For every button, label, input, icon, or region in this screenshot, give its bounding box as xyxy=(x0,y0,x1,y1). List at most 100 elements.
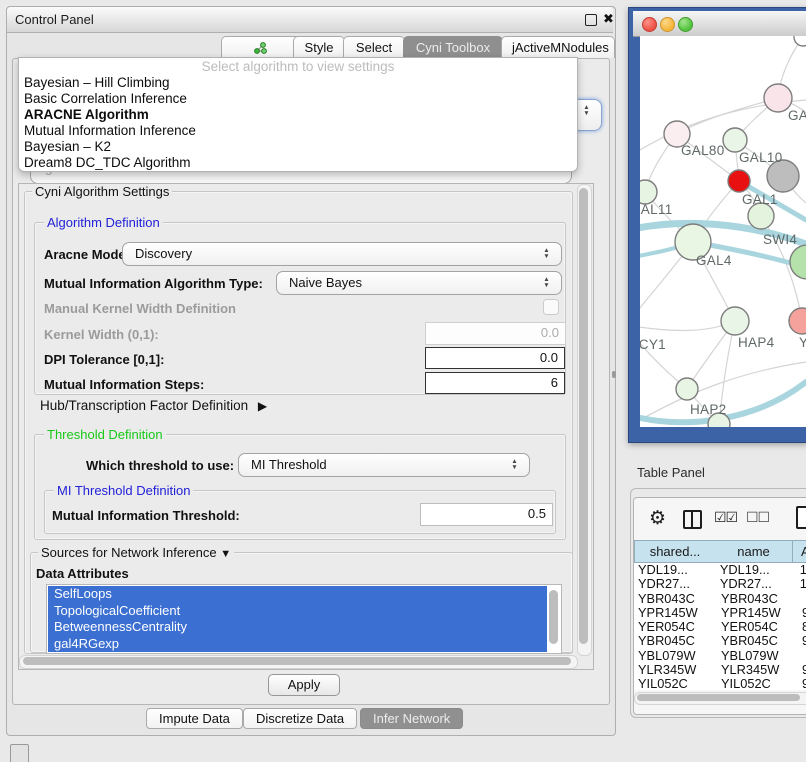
table-cell[interactable]: YDR27... xyxy=(634,577,718,591)
which-threshold-combo[interactable]: MI Threshold ▲▼ xyxy=(238,453,530,477)
panel-splitter-handle[interactable] xyxy=(612,371,616,378)
hub-definition-toggle[interactable]: Hub/Transcription Factor Definition ▶ xyxy=(40,398,267,413)
edge[interactable] xyxy=(640,325,687,389)
tab-style[interactable]: Style xyxy=(293,36,345,58)
minimize-traffic-light[interactable] xyxy=(660,17,675,32)
table-cell[interactable]: YLR345W xyxy=(719,663,799,677)
gear-icon[interactable]: ⚙ xyxy=(649,507,666,530)
table-cell[interactable]: 9. xyxy=(799,634,806,648)
sources-group-title[interactable]: Sources for Network Inference ▼ xyxy=(38,546,234,561)
table-cell[interactable]: YIL052C xyxy=(719,677,799,690)
table-row[interactable]: YER054CYER054C8. xyxy=(634,620,806,634)
select-all-columns-icon[interactable]: ☑☑ xyxy=(714,509,737,526)
expand-right-icon[interactable]: ▶ xyxy=(258,399,267,413)
table-cell[interactable]: 9. xyxy=(799,663,806,677)
network-node[interactable] xyxy=(794,36,806,46)
table-row[interactable]: YDR27...YDR27...12 xyxy=(634,577,806,591)
attribute-list-item[interactable]: TopologicalCoefficient xyxy=(48,603,547,620)
table-cell[interactable]: YPR145W xyxy=(719,606,799,620)
close-traffic-light[interactable] xyxy=(642,17,657,32)
dropdown-item[interactable]: ARACNE Algorithm xyxy=(19,107,577,123)
network-node[interactable] xyxy=(640,180,657,204)
table-cell[interactable]: YBL079W xyxy=(719,649,799,663)
table-row[interactable]: YDL19...YDL19...13 xyxy=(634,563,806,577)
dropdown-item[interactable]: Mutual Information Inference xyxy=(19,123,577,139)
network-node[interactable] xyxy=(790,245,806,279)
dropdown-item[interactable]: Bayesian – K2 xyxy=(19,139,577,155)
network-node[interactable] xyxy=(789,308,806,334)
tab-cyni-toolbox[interactable]: Cyni Toolbox xyxy=(403,36,503,58)
dpi-tolerance-field[interactable]: 0.0 xyxy=(425,347,565,369)
close-window-icon[interactable]: ✖ xyxy=(603,11,614,27)
table-cell[interactable] xyxy=(799,649,806,663)
dropdown-item[interactable]: Dream8 DC_TDC Algorithm xyxy=(19,155,577,171)
table-cell[interactable]: 13 xyxy=(797,563,806,577)
mi-threshold-group-title: MI Threshold Definition xyxy=(54,484,193,497)
attribute-list-item[interactable]: BetweennessCentrality xyxy=(48,619,547,636)
float-window-icon[interactable] xyxy=(585,14,597,26)
network-node[interactable] xyxy=(723,128,747,152)
table-cell[interactable]: YPR145W xyxy=(634,606,719,620)
table-cell[interactable]: YDL19... xyxy=(634,563,718,577)
mi-type-combo[interactable]: Naive Bayes ▲▼ xyxy=(276,271,562,295)
table-row[interactable]: YLR345WYLR345W9. xyxy=(634,663,806,677)
table-cell[interactable]: YER054C xyxy=(634,620,719,634)
tab-network[interactable]: Network xyxy=(221,36,303,58)
zoom-traffic-light[interactable] xyxy=(678,17,693,32)
collapse-down-icon[interactable]: ▼ xyxy=(220,548,231,560)
table-cell[interactable]: YIL052C xyxy=(634,677,719,690)
table-row[interactable]: YBR045CYBR045C9. xyxy=(634,634,806,648)
table-row[interactable]: YBL079WYBL079W xyxy=(634,649,806,663)
mi-steps-field[interactable]: 6 xyxy=(425,372,565,394)
tab-jactivemnodules[interactable]: jActiveMNodules xyxy=(501,36,615,58)
settings-hscrollbar-thumb[interactable] xyxy=(23,657,571,665)
columns-icon[interactable] xyxy=(683,510,702,529)
table-cell[interactable]: YBR043C xyxy=(719,592,799,606)
tab-select[interactable]: Select xyxy=(343,36,405,58)
table-cell[interactable]: YBR043C xyxy=(634,592,719,606)
network-node[interactable] xyxy=(728,170,750,192)
table-cell[interactable]: 12 xyxy=(797,577,806,591)
table-row[interactable]: YPR145WYPR145W9. xyxy=(634,606,806,620)
table-row[interactable]: YBR043CYBR043C xyxy=(634,592,806,606)
table-cell[interactable]: 8. xyxy=(799,620,806,634)
table-cell[interactable]: YLR345W xyxy=(634,663,719,677)
new-column-icon[interactable] xyxy=(796,506,806,529)
bottom-tab-discretize-data[interactable]: Discretize Data xyxy=(243,708,357,729)
edge[interactable] xyxy=(677,98,778,134)
table-cell[interactable]: YBL079W xyxy=(634,649,719,663)
aracne-mode-combo[interactable]: Discovery ▲▼ xyxy=(122,242,562,266)
dropdown-item[interactable]: Bayesian – Hill Climbing xyxy=(19,75,577,91)
network-node[interactable] xyxy=(676,378,698,400)
table-row[interactable]: YIL052CYIL052C9. xyxy=(634,677,806,690)
mi-threshold-field[interactable]: 0.5 xyxy=(420,503,553,526)
unselect-all-columns-icon[interactable]: ☐☐ xyxy=(746,509,769,526)
table-cell[interactable]: 9. xyxy=(799,677,806,690)
table-cell[interactable]: 9. xyxy=(799,606,806,620)
apply-button[interactable]: Apply xyxy=(268,674,340,696)
list-vertical-scrollbar[interactable] xyxy=(549,590,558,644)
table-cell[interactable]: YBR045C xyxy=(634,634,719,648)
algorithm-dropdown-list: Bayesian – Hill ClimbingBasic Correlatio… xyxy=(19,75,577,171)
column-header-name[interactable]: name xyxy=(715,540,793,563)
table-cell[interactable] xyxy=(799,592,806,606)
bottom-tab-infer-network[interactable]: Infer Network xyxy=(360,708,463,729)
collapsed-panel-icon[interactable] xyxy=(10,744,29,762)
kernel-width-label: Kernel Width (0,1): xyxy=(44,327,159,342)
table-cell[interactable]: YDR27... xyxy=(718,577,797,591)
table-hscrollbar-thumb[interactable] xyxy=(637,694,800,701)
network-node[interactable] xyxy=(721,307,749,335)
bottom-tab-impute-data[interactable]: Impute Data xyxy=(146,708,243,729)
dropdown-item[interactable]: Basic Correlation Inference xyxy=(19,91,577,107)
settings-vscrollbar-thumb[interactable] xyxy=(579,188,588,644)
table-cell[interactable]: YBR045C xyxy=(719,634,799,648)
control-panel-titlebar[interactable]: Control Panel ✖ xyxy=(7,7,613,33)
attribute-list-item[interactable]: SelfLoops xyxy=(48,586,547,603)
network-window-titlebar[interactable] xyxy=(633,11,806,37)
column-header-partial[interactable]: A xyxy=(793,540,806,563)
table-cell[interactable]: YDL19... xyxy=(718,563,797,577)
network-canvas[interactable]: GALGAL80GAL10GAL1GAL11SWI4GAL4GCY1HAP4YH… xyxy=(640,36,806,427)
table-cell[interactable]: YER054C xyxy=(719,620,799,634)
attribute-list-item[interactable]: gal4RGexp xyxy=(48,636,547,653)
column-header-shared-name[interactable]: shared... xyxy=(634,540,716,563)
